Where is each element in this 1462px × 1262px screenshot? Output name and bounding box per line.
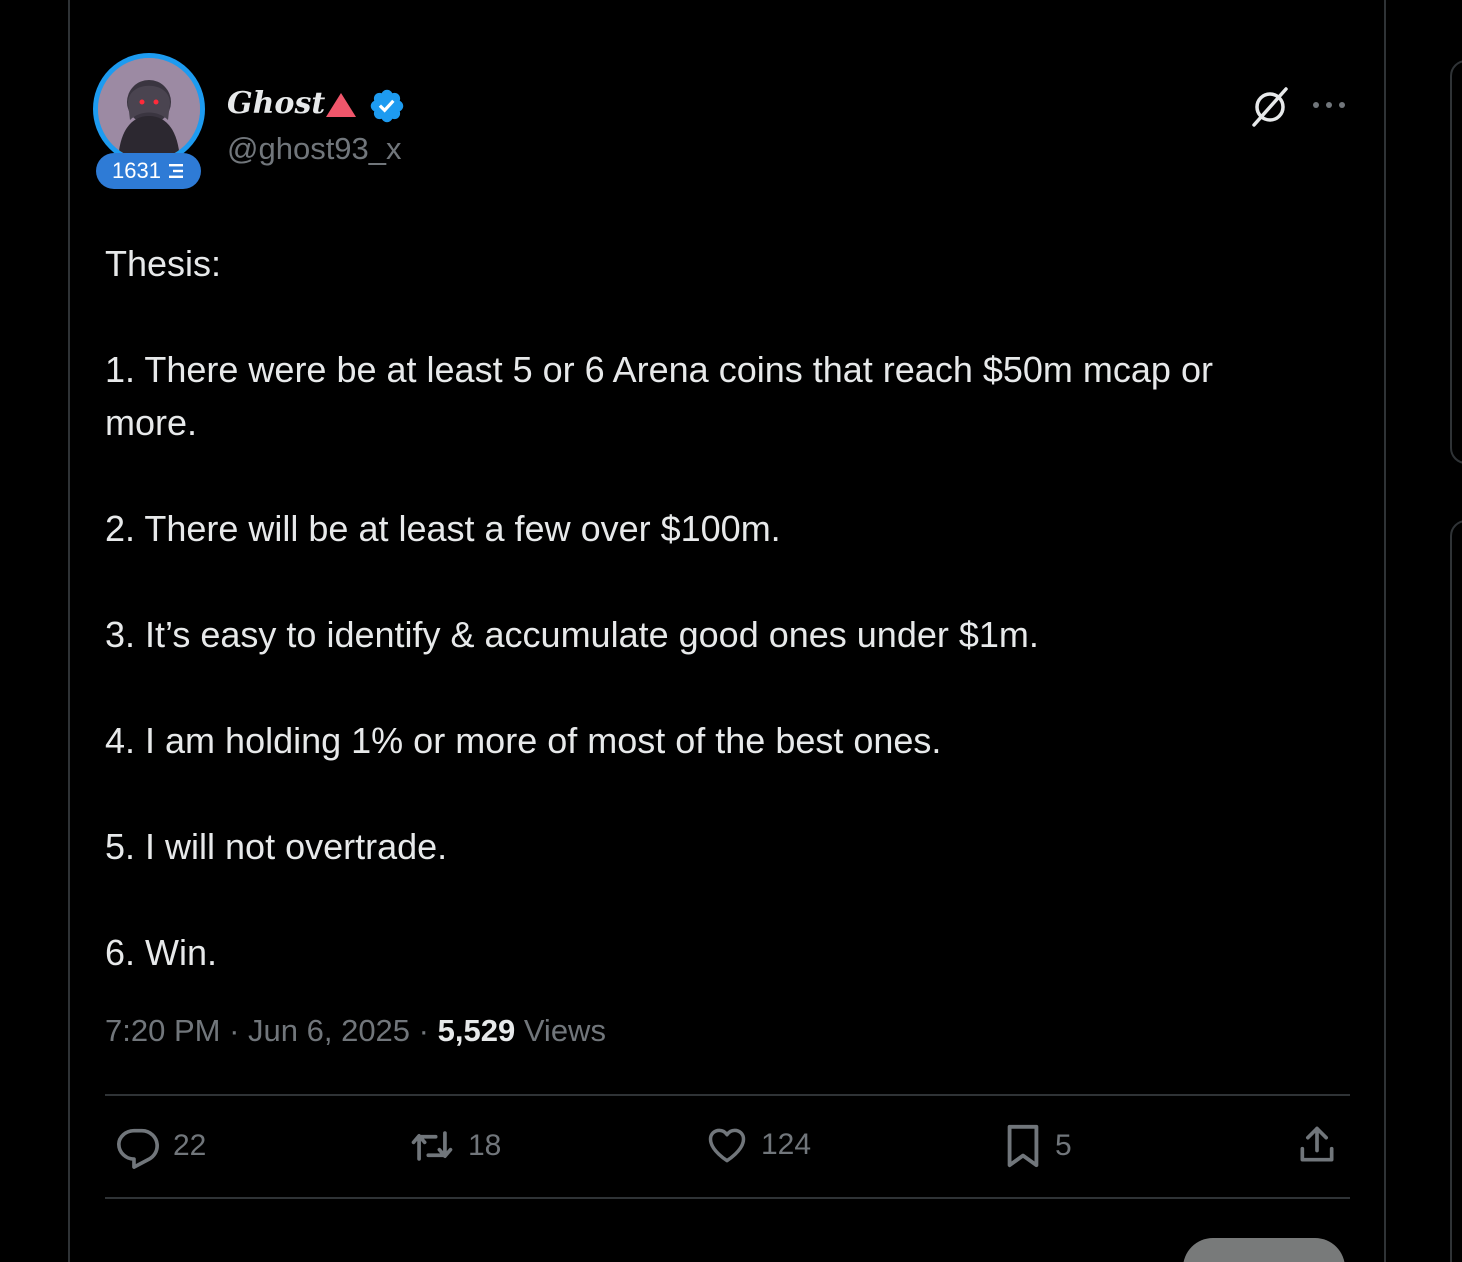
sidebar-card-edge	[1450, 60, 1462, 464]
display-name[interactable]: Ghost	[227, 86, 325, 121]
repost-count: 18	[468, 1129, 502, 1162]
avatar[interactable]	[93, 53, 205, 165]
tweet-line: Thesis:	[105, 243, 222, 284]
share-button[interactable]	[1295, 1123, 1339, 1167]
heart-icon	[708, 1128, 746, 1163]
verified-badge-icon[interactable]	[368, 87, 406, 125]
views-count: 5,529	[437, 1013, 516, 1048]
reply-count: 22	[173, 1129, 207, 1162]
tweet-date[interactable]: Jun 6, 2025	[248, 1013, 410, 1048]
reply-submit-button[interactable]	[1183, 1238, 1345, 1262]
tweet-line: 5. I will not overtrade.	[105, 826, 448, 867]
like-count: 124	[761, 1128, 812, 1161]
triangle-icon	[326, 93, 356, 117]
tweet-text: Thesis: 1. There were be at least 5 or 6…	[105, 237, 1305, 979]
views-label: Views	[523, 1013, 606, 1048]
bookmark-icon	[1007, 1124, 1039, 1168]
share-icon	[1300, 1126, 1334, 1162]
repost-button[interactable]: 18	[408, 1123, 501, 1169]
repost-icon	[411, 1131, 453, 1161]
grok-icon[interactable]	[1248, 85, 1292, 129]
score-list-icon	[168, 164, 183, 178]
more-options-icon[interactable]	[1310, 93, 1348, 117]
divider	[105, 1094, 1350, 1096]
tweet-line: 2. There will be at least a few over $10…	[105, 508, 781, 549]
score-badge[interactable]: 1631	[96, 153, 201, 189]
tweet-meta: 7:20 PM · Jun 6, 2025 · 5,529 Views	[105, 1013, 606, 1049]
like-button[interactable]: 124	[705, 1123, 811, 1167]
meta-separator: ·	[418, 1013, 438, 1048]
tweet-line: 6. Win.	[105, 932, 218, 973]
meta-separator: ·	[229, 1013, 249, 1048]
bookmark-button[interactable]: 5	[1003, 1123, 1072, 1169]
handle[interactable]: @ghost93_x	[227, 131, 402, 167]
reply-button[interactable]: 22	[115, 1123, 206, 1169]
tweet-line: 3. It’s easy to identify & accumulate go…	[105, 614, 1039, 655]
sidebar-card-edge	[1450, 520, 1462, 1262]
tweet-line: 1. There were be at least 5 or 6 Arena c…	[105, 349, 1213, 443]
reply-icon	[117, 1128, 159, 1169]
score-value: 1631	[112, 158, 161, 183]
tweet-time[interactable]: 7:20 PM	[105, 1013, 220, 1048]
tweet-line: 4. I am holding 1% or more of most of th…	[105, 720, 942, 761]
divider	[105, 1197, 1350, 1199]
bookmark-count: 5	[1055, 1129, 1072, 1162]
